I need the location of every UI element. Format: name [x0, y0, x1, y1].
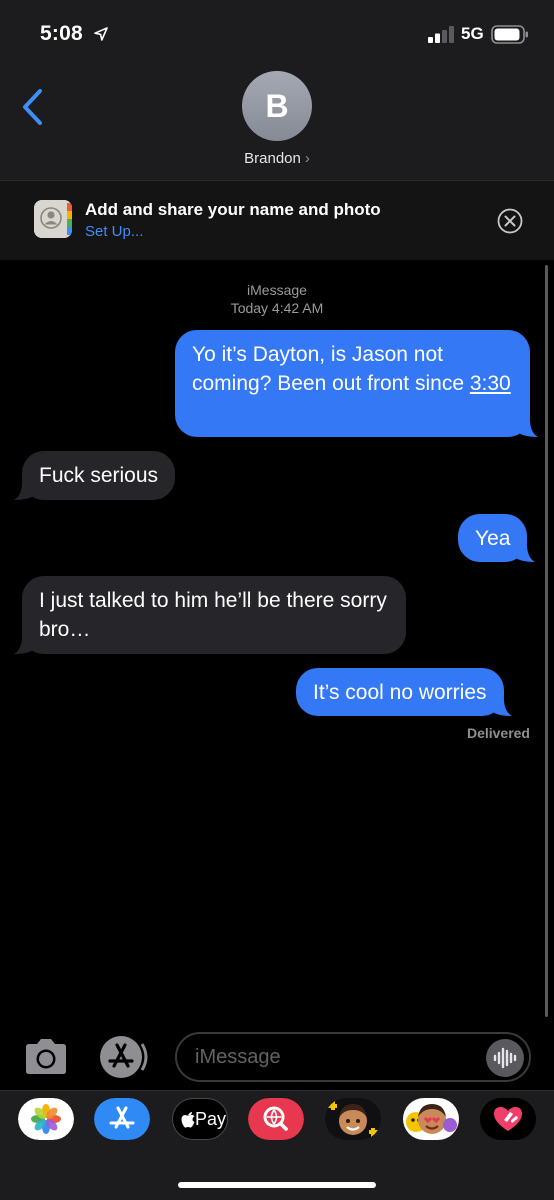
share-name-banner: Add and share your name and photo Set Up…	[0, 180, 554, 260]
apple-pay-button[interactable]: Pay	[172, 1098, 228, 1140]
location-arrow-icon	[94, 27, 108, 41]
photos-app-button[interactable]	[18, 1098, 74, 1140]
received-message[interactable]: Fuck serious	[14, 451, 176, 500]
contact-name-button[interactable]: Brandon ›	[0, 150, 554, 167]
avatar-initial: B	[265, 87, 289, 124]
photos-icon	[18, 1098, 74, 1140]
message-text: Fuck serious	[39, 464, 159, 487]
message-input[interactable]	[175, 1032, 531, 1082]
contact-avatar[interactable]: B	[242, 71, 312, 141]
app-store-button[interactable]	[94, 1098, 150, 1140]
navigation-header: 5:08 5G B Brandon ›	[0, 0, 554, 180]
back-chevron-icon[interactable]	[20, 88, 46, 126]
memoji-button[interactable]	[325, 1098, 381, 1140]
message-text: Yo it’s Dayton, is Jason not coming? Bee…	[192, 343, 470, 395]
contacts-icon	[34, 200, 72, 238]
delivery-status: Delivered	[466, 725, 530, 741]
sent-message[interactable]: Yea	[458, 514, 536, 562]
set-up-link[interactable]: Set Up...	[85, 223, 143, 240]
app-store-icon	[94, 1098, 150, 1140]
camera-icon[interactable]	[22, 1038, 70, 1076]
search-images-icon	[248, 1098, 304, 1140]
audio-message-button[interactable]	[486, 1039, 524, 1077]
message-text: I just talked to him he’ll be there sorr…	[39, 589, 387, 641]
digital-touch-icon	[480, 1098, 536, 1140]
chevron-right-icon: ›	[304, 150, 310, 167]
app-store-apps-icon[interactable]	[98, 1035, 150, 1079]
waveform-icon	[493, 1047, 517, 1069]
status-time: 5:08	[40, 22, 83, 45]
message-text: It’s cool no worries	[313, 681, 487, 704]
digital-touch-button[interactable]	[480, 1098, 536, 1140]
sent-message[interactable]: It’s cool no worries	[296, 668, 512, 716]
banner-title: Add and share your name and photo	[85, 200, 381, 219]
message-text: Yea	[475, 527, 511, 550]
memoji-stickers-icon	[406, 1104, 457, 1134]
message-timestamp: Today 4:42 AM	[230, 300, 324, 316]
scroll-indicator[interactable]	[545, 265, 548, 1017]
sent-message[interactable]: Yo it’s Dayton, is Jason not coming? Bee…	[175, 330, 538, 437]
cellular-signal-icon	[428, 26, 454, 43]
image-search-button[interactable]	[248, 1098, 304, 1140]
received-message[interactable]: I just talked to him he’ll be there sorr…	[14, 576, 406, 654]
memoji-stickers-button[interactable]	[403, 1098, 459, 1140]
service-label: iMessage	[247, 282, 307, 298]
network-type: 5G	[461, 24, 484, 43]
conversation-meta: iMessage Today 4:42 AM	[0, 281, 554, 317]
apple-logo-icon	[181, 1112, 195, 1128]
close-banner-icon[interactable]	[497, 208, 523, 234]
time-link[interactable]: 3:30	[470, 372, 511, 395]
home-indicator[interactable]	[178, 1182, 376, 1188]
battery-icon	[491, 25, 528, 44]
contact-name: Brandon	[244, 150, 301, 167]
memoji-icon	[327, 1100, 379, 1138]
apple-pay-label: Pay	[195, 1109, 227, 1129]
